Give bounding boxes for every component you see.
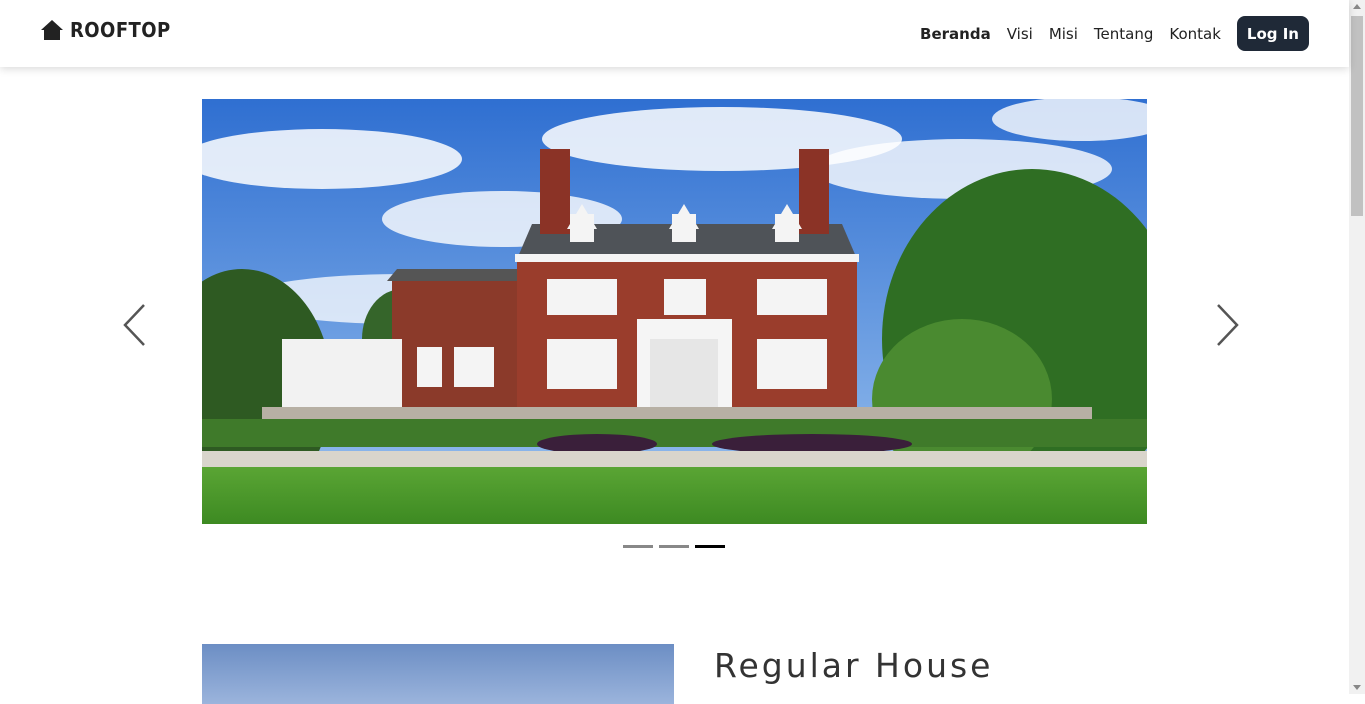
- page-scrollbar[interactable]: [1349, 0, 1365, 694]
- nav-item-kontak[interactable]: Kontak: [1169, 17, 1221, 51]
- scroll-up-icon[interactable]: [1353, 4, 1361, 9]
- scroll-down-icon[interactable]: [1353, 685, 1361, 690]
- nav-item-beranda[interactable]: Beranda: [920, 17, 991, 51]
- main-nav: Beranda Visi Misi Tentang Kontak Log In: [904, 16, 1309, 51]
- navbar: ROOFTOP Beranda Visi Misi Tentang Kontak…: [0, 0, 1349, 67]
- carousel-indicator-1[interactable]: [623, 545, 653, 548]
- hero-carousel: [202, 99, 1147, 524]
- house-photo: [202, 99, 1147, 524]
- house-icon: [40, 19, 64, 41]
- carousel-indicator-3[interactable]: [695, 545, 725, 548]
- nav-item-misi[interactable]: Misi: [1049, 17, 1078, 51]
- carousel-indicators: [623, 545, 725, 548]
- chevron-right-icon: [1217, 304, 1239, 346]
- chevron-left-icon: [123, 304, 145, 346]
- nav-item-tentang[interactable]: Tentang: [1094, 17, 1153, 51]
- house-thumbnail: [202, 644, 674, 704]
- login-button[interactable]: Log In: [1236, 16, 1309, 51]
- carousel-indicator-2[interactable]: [659, 545, 689, 548]
- section-title: Regular House: [714, 646, 994, 685]
- brand-name: ROOFTOP: [70, 18, 171, 42]
- carousel-prev-button[interactable]: [120, 300, 150, 350]
- nav-item-visi[interactable]: Visi: [1007, 17, 1033, 51]
- scroll-thumb[interactable]: [1351, 16, 1363, 216]
- carousel-next-button[interactable]: [1212, 300, 1242, 350]
- brand-logo[interactable]: ROOFTOP: [40, 18, 182, 42]
